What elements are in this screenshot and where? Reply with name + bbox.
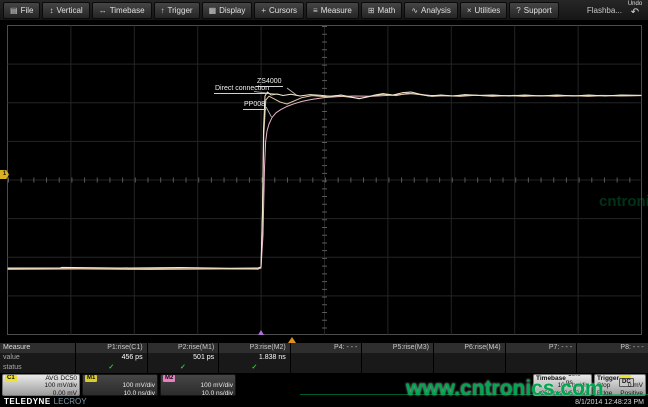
menu-timebase[interactable]: ↔Timebase xyxy=(92,2,152,19)
menu-trigger[interactable]: ↑Trigger xyxy=(154,2,200,19)
vertical-icon: ↕ xyxy=(49,6,53,15)
m2-position-marker[interactable] xyxy=(258,330,264,335)
menu-display[interactable]: ▦Display xyxy=(202,2,253,19)
measure-title: Measure xyxy=(0,343,75,353)
trigger-icon: ↑ xyxy=(161,6,165,15)
p2-status-ok-icon: ✓ xyxy=(148,363,219,373)
m2-vertical-scale: 100 mV/div xyxy=(163,382,233,389)
menu-measure[interactable]: ≡Measure xyxy=(306,2,359,19)
p7-header: P7: - - - xyxy=(506,343,577,353)
measure-column-p3[interactable]: P3:rise(M2) 1.838 ns ✓ xyxy=(218,343,290,373)
menu-file-label: File xyxy=(21,6,34,15)
m1-descriptor-box[interactable]: M1 100 mV/div 10.0 ns/div xyxy=(82,374,158,396)
p2-value: 501 ps xyxy=(148,353,219,363)
p1-status-ok-icon: ✓ xyxy=(76,363,147,373)
measure-column-p1[interactable]: P1:rise(C1) 456 ps ✓ xyxy=(75,343,147,373)
p8-header: P8: - - - xyxy=(577,343,648,353)
m2-channel-chip: M2 xyxy=(163,375,175,382)
menu-timebase-label: Timebase xyxy=(110,6,145,15)
menu-trigger-label: Trigger xyxy=(168,6,193,15)
math-icon: ⊞ xyxy=(368,6,375,15)
menu-support-label: Support xyxy=(524,6,552,15)
p4-status xyxy=(291,363,362,373)
p1-header: P1:rise(C1) xyxy=(76,343,147,353)
m2-descriptor-box[interactable]: M2 100 mV/div 10.0 ns/div xyxy=(160,374,236,396)
teledyne-lecroy-logo: TELEDYNELECROY xyxy=(4,397,87,406)
value-row-label: value xyxy=(0,353,75,363)
menu-cursors[interactable]: +Cursors xyxy=(254,2,304,19)
menu-math-label: Math xyxy=(378,6,396,15)
menu-analysis-label: Analysis xyxy=(421,6,451,15)
display-icon: ▦ xyxy=(209,6,217,15)
p1-value: 456 ps xyxy=(76,353,147,363)
p3-status-ok-icon: ✓ xyxy=(219,363,290,373)
m1-vertical-scale: 100 mV/div xyxy=(85,382,155,389)
p5-header: P5:rise(M3) xyxy=(362,343,433,353)
menu-display-label: Display xyxy=(219,6,245,15)
c1-coupling: AVG DC50 xyxy=(45,375,77,382)
trigger-level: 0 mV xyxy=(628,382,643,389)
menu-math[interactable]: ⊞Math xyxy=(361,2,403,19)
p4-value xyxy=(291,353,362,363)
measure-column-p4[interactable]: P4: - - - xyxy=(290,343,362,373)
measure-table: Measure value status P1:rise(C1) 456 ps … xyxy=(0,343,648,373)
menu-support[interactable]: ? Support xyxy=(509,2,558,19)
menu-cursors-label: Cursors xyxy=(269,6,297,15)
c1-channel-chip: C1 xyxy=(5,375,17,382)
brand-teledyne: TELEDYNE xyxy=(4,397,51,406)
m1-time-scale: 10.0 ns/div xyxy=(85,390,155,396)
m1-channel-chip: M1 xyxy=(85,375,97,382)
status-row-label: status xyxy=(0,363,75,373)
utilities-icon: × xyxy=(467,6,472,15)
p3-header: P3:rise(M2) xyxy=(219,343,290,353)
menu-bar: ▤File ↕Vertical ↔Timebase ↑Trigger ▦Disp… xyxy=(0,0,648,21)
brand-lecroy: LECROY xyxy=(54,397,87,406)
menu-analysis[interactable]: ∿Analysis xyxy=(404,2,458,19)
c1-vertical-scale: 100 mV/div xyxy=(5,382,77,389)
watermark-text: www.cntronics.com xyxy=(406,377,604,401)
menu-measure-label: Measure xyxy=(321,6,352,15)
menu-utilities-label: Utilities xyxy=(475,6,501,15)
annotation-direct-connection: Direct connection xyxy=(214,85,270,94)
measure-icon: ≡ xyxy=(313,6,318,15)
p4-header: P4: - - - xyxy=(291,343,362,353)
measure-column-p6[interactable]: P6:rise(M4) xyxy=(433,343,505,373)
p3-value: 1.838 ns xyxy=(219,353,290,363)
analysis-icon: ∿ xyxy=(411,6,418,15)
watermark-echo: cntronics xyxy=(599,193,648,210)
p8-value xyxy=(577,353,648,363)
p8-status xyxy=(577,363,648,373)
measure-column-p8[interactable]: P8: - - - xyxy=(576,343,648,373)
cursors-icon: + xyxy=(261,6,266,15)
undo-icon: ↶ xyxy=(631,8,639,18)
p7-value xyxy=(506,353,577,363)
menu-file[interactable]: ▤File xyxy=(3,2,40,19)
c1-descriptor-box[interactable]: C1 AVG DC50 100 mV/div 0.00 mV xyxy=(2,374,80,396)
p2-header: P2:rise(M1) xyxy=(148,343,219,353)
trigger-slope: Positive xyxy=(620,390,643,396)
timebase-icon: ↔ xyxy=(99,6,107,15)
m2-time-scale: 10.0 ns/div xyxy=(163,390,233,396)
setup-name-label: Flashba... xyxy=(587,6,622,15)
p6-value xyxy=(434,353,505,363)
support-icon: ? xyxy=(516,6,520,15)
c1-offset: 0.00 mV xyxy=(5,390,77,396)
undo-button[interactable]: Undo ↶ xyxy=(624,1,646,20)
p7-status xyxy=(506,363,577,373)
measure-column-p2[interactable]: P2:rise(M1) 501 ps ✓ xyxy=(147,343,219,373)
menu-vertical[interactable]: ↕Vertical xyxy=(42,2,89,19)
p6-status xyxy=(434,363,505,373)
measure-column-p7[interactable]: P7: - - - xyxy=(505,343,577,373)
file-icon: ▤ xyxy=(10,6,18,15)
p5-value xyxy=(362,353,433,363)
menu-vertical-label: Vertical xyxy=(56,6,82,15)
measure-column-p5[interactable]: P5:rise(M3) xyxy=(361,343,433,373)
annotation-pp008: PP008 xyxy=(243,101,266,110)
oscilloscope-app: ▤File ↕Vertical ↔Timebase ↑Trigger ▦Disp… xyxy=(0,0,648,407)
p6-header: P6:rise(M4) xyxy=(434,343,505,353)
p5-status xyxy=(362,363,433,373)
measure-row-labels: Measure value status xyxy=(0,343,75,373)
grid-lines xyxy=(8,26,642,335)
menu-utilities[interactable]: ×Utilities xyxy=(460,2,507,19)
